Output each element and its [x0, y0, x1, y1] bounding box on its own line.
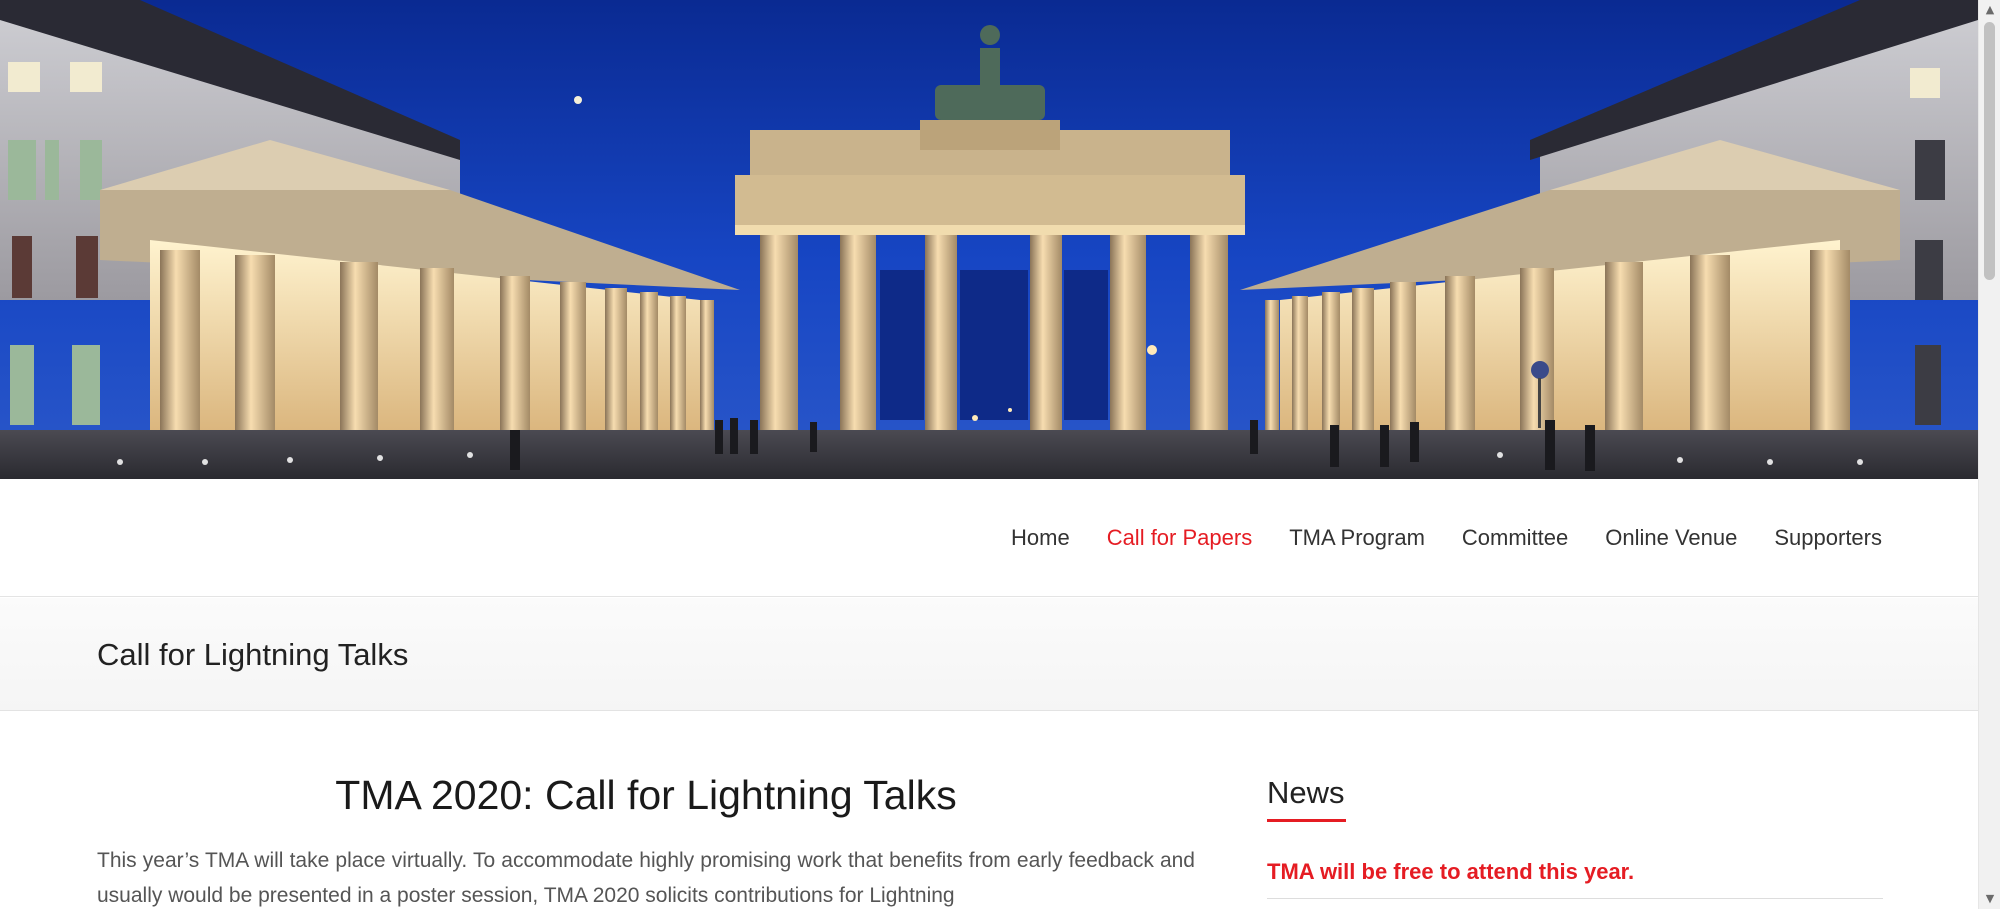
- page-title-band: Call for Lightning Talks: [0, 598, 1978, 711]
- header-banner-image: [0, 0, 1978, 479]
- news-divider: [1267, 898, 1883, 899]
- scrollbar-thumb[interactable]: [1984, 22, 1995, 280]
- article-body: This year’s TMA will take place virtuall…: [97, 849, 1195, 907]
- browser-viewport: Home Call for Papers TMA Program Committee O…: [0, 0, 1978, 909]
- nav-item-tma-program[interactable]: TMA Program: [1289, 525, 1425, 551]
- article-heading: TMA 2020: Call for Lightning Talks: [335, 772, 957, 818]
- nav-item-online-venue[interactable]: Online Venue: [1605, 525, 1737, 551]
- news-widget-title: News: [1267, 775, 1345, 810]
- vertical-scrollbar[interactable]: ▲ ▼: [1978, 0, 2000, 909]
- sidebar: News TMA will be free to attend this yea…: [1267, 711, 1883, 909]
- scroll-down-arrow-icon[interactable]: ▼: [1979, 889, 2000, 909]
- page: Home Call for Papers TMA Program Committee O…: [0, 0, 2000, 909]
- nav-item-home[interactable]: Home: [1011, 525, 1070, 551]
- news-item-link[interactable]: TMA will be free to attend this year.: [1267, 857, 1634, 887]
- nav-menu: Home Call for Papers TMA Program Committee O…: [974, 479, 1882, 597]
- nav-item-supporters[interactable]: Supporters: [1774, 525, 1882, 551]
- scroll-up-arrow-icon[interactable]: ▲: [1979, 0, 2000, 20]
- nav-item-committee[interactable]: Committee: [1462, 525, 1568, 551]
- nav-item-call-for-papers[interactable]: Call for Papers: [1107, 525, 1253, 551]
- page-title: Call for Lightning Talks: [97, 637, 409, 672]
- main-navigation: Home Call for Papers TMA Program Committee O…: [0, 479, 1978, 597]
- widget-title-underline: [1267, 819, 1346, 822]
- main-content: TMA 2020: Call for Lightning Talks This …: [97, 711, 1195, 909]
